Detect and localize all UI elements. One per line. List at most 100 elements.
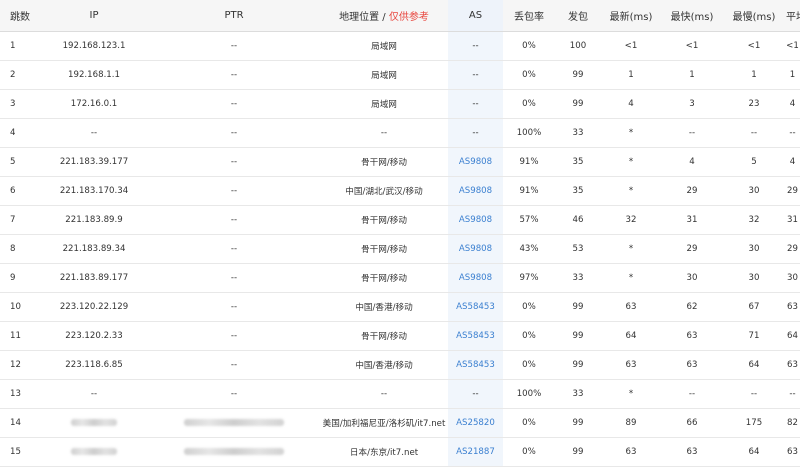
cell-avg: 64 (785, 321, 800, 351)
table-row: 5 221.183.39.177 -- 骨干网/移动 AS9808 91% 35 * 4 5 4 (0, 147, 800, 177)
cell-hop: 14 (0, 408, 40, 438)
cell-sent: 100 (555, 31, 601, 61)
cell-hop: 4 (0, 118, 40, 148)
cell-avg: 63 (785, 292, 800, 322)
cell-avg: 31 (785, 205, 800, 235)
cell-best: 29 (661, 176, 723, 206)
cell-loss: 100% (503, 118, 555, 148)
cell-loss: 43% (503, 234, 555, 264)
cell-ip (40, 437, 148, 467)
header-geo-warning: 仅供参考 (388, 12, 429, 23)
cell-worst: 5 (723, 147, 785, 177)
table-row: 12 223.118.6.85 -- 中国/香港/移动 AS58453 0% 99 63 63 6… (0, 350, 800, 380)
cell-ptr: -- (148, 89, 320, 119)
cell-sent: 99 (555, 408, 601, 438)
cell-geo: 局域网 (320, 60, 448, 90)
cell-ptr (148, 408, 320, 438)
cell-hop: 3 (0, 89, 40, 119)
cell-ptr: -- (148, 31, 320, 61)
cell-worst: 64 (723, 350, 785, 380)
cell-last: * (601, 379, 661, 409)
cell-loss: 91% (503, 176, 555, 206)
cell-geo: 中国/香港/移动 (320, 292, 448, 322)
cell-as: AS58453 (448, 350, 503, 380)
cell-ptr: -- (148, 118, 320, 148)
as-link[interactable]: AS25820 (456, 418, 495, 428)
cell-sent: 99 (555, 292, 601, 322)
as-link[interactable]: AS9808 (459, 273, 492, 283)
cell-hop: 1 (0, 31, 40, 61)
cell-ip: 223.120.22.129 (40, 292, 148, 322)
header-ip: IP (40, 0, 148, 32)
cell-last: * (601, 147, 661, 177)
cell-geo: 中国/香港/移动 (320, 350, 448, 380)
header-as: AS (448, 0, 503, 32)
cell-ptr: -- (148, 350, 320, 380)
traceroute-table: 跳数 IP PTR 地理位置 / 仅供参考 AS 丢包率 发包 最新(ms) 最… (0, 0, 800, 467)
cell-last: <1 (601, 31, 661, 61)
table-row: 2 192.168.1.1 -- 局域网 -- 0% 99 1 1 1 1 (0, 60, 800, 90)
table-row: 3 172.16.0.1 -- 局域网 -- 0% 99 4 3 23 4 (0, 89, 800, 119)
cell-worst: 30 (723, 263, 785, 293)
cell-ptr: -- (148, 321, 320, 351)
cell-loss: 0% (503, 408, 555, 438)
as-link[interactable]: AS58453 (456, 302, 495, 312)
cell-ptr: -- (148, 176, 320, 206)
cell-geo: 中国/湖北/武汉/移动 (320, 176, 448, 206)
header-geo-sep: / (379, 12, 389, 23)
cell-last: 4 (601, 89, 661, 119)
table-row: 6 221.183.170.34 -- 中国/湖北/武汉/移动 AS9808 91% 35 *… (0, 176, 800, 206)
cell-hop: 15 (0, 437, 40, 467)
cell-last: * (601, 234, 661, 264)
table-body: 1 192.168.123.1 -- 局域网 -- 0% 100 <1 <1 <1 <1 2 192.1… (0, 31, 800, 467)
cell-ip: -- (40, 379, 148, 409)
cell-worst: 67 (723, 292, 785, 322)
cell-sent: 35 (555, 176, 601, 206)
cell-sent: 99 (555, 321, 601, 351)
cell-sent: 35 (555, 147, 601, 177)
cell-last: 32 (601, 205, 661, 235)
cell-avg: -- (785, 379, 800, 409)
cell-best: 63 (661, 350, 723, 380)
cell-loss: 0% (503, 437, 555, 467)
as-link[interactable]: AS58453 (456, 331, 495, 341)
cell-ip: 192.168.1.1 (40, 60, 148, 90)
cell-best: -- (661, 379, 723, 409)
cell-worst: 30 (723, 176, 785, 206)
header-geo-label: 地理位置 (339, 12, 380, 23)
cell-avg: 4 (785, 89, 800, 119)
cell-avg: 63 (785, 437, 800, 467)
cell-ptr: -- (148, 205, 320, 235)
cell-geo: 局域网 (320, 89, 448, 119)
cell-best: 66 (661, 408, 723, 438)
cell-worst: 64 (723, 437, 785, 467)
as-link[interactable]: AS58453 (456, 360, 495, 370)
cell-ip: 223.118.6.85 (40, 350, 148, 380)
cell-avg: 4 (785, 147, 800, 177)
cell-last: * (601, 263, 661, 293)
cell-loss: 0% (503, 60, 555, 90)
cell-loss: 0% (503, 321, 555, 351)
table-row: 7 221.183.89.9 -- 骨干网/移动 AS9808 57% 46 32 31 32 31 (0, 205, 800, 235)
cell-best: 4 (661, 147, 723, 177)
cell-sent: 53 (555, 234, 601, 264)
header-worst: 最慢(ms) (723, 0, 785, 32)
as-link[interactable]: AS9808 (459, 157, 492, 167)
cell-avg: -- (785, 118, 800, 148)
cell-geo: 日本/东京/it7.net (320, 437, 448, 467)
as-link[interactable]: AS9808 (459, 186, 492, 196)
cell-geo: 局域网 (320, 31, 448, 61)
cell-avg: 63 (785, 350, 800, 380)
table-row: 8 221.183.89.34 -- 骨干网/移动 AS9808 43% 53 * 29 30 29 (0, 234, 800, 264)
cell-last: * (601, 118, 661, 148)
cell-as: AS9808 (448, 147, 503, 177)
cell-ip: 221.183.89.177 (40, 263, 148, 293)
cell-geo: 骨干网/移动 (320, 321, 448, 351)
cell-loss: 0% (503, 292, 555, 322)
as-link[interactable]: AS9808 (459, 215, 492, 225)
as-link[interactable]: AS9808 (459, 244, 492, 254)
cell-loss: 0% (503, 31, 555, 61)
cell-avg: 1 (785, 60, 800, 90)
as-link[interactable]: AS21887 (456, 447, 495, 457)
cell-worst: -- (723, 379, 785, 409)
